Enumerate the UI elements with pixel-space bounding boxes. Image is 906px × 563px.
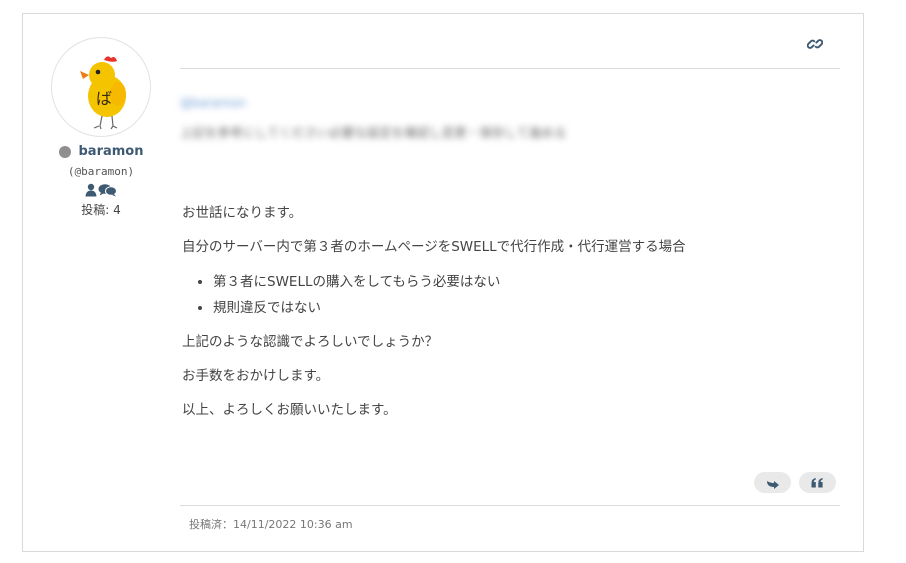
question-text: 上記のような認識でよろしいでしょうか？ xyxy=(182,334,439,350)
condition-list: 第３者にSWELLの購入をしてもらう必要はない 規則違反ではない xyxy=(182,269,822,321)
divider xyxy=(180,505,840,506)
quoted-reply: @baramon 上記を参考にしてください必要な設定を確認し変更・保存して進める xyxy=(180,96,650,141)
quote-icon xyxy=(811,477,823,487)
list-item: 規則違反ではない xyxy=(213,295,822,321)
divider xyxy=(180,68,840,69)
greeting-text: お世話になります。 xyxy=(182,205,303,221)
reply-button[interactable] xyxy=(754,472,791,493)
user-icon xyxy=(85,183,97,197)
avatar[interactable]: ば xyxy=(51,37,151,137)
author-role-icons xyxy=(51,182,151,198)
chick-avatar-icon: ば xyxy=(80,56,126,130)
author-panel: ば baramon (@baramon) 投稿: 4 xyxy=(51,37,151,218)
closing-text: 以上、よろしくお願いいたします。 xyxy=(182,402,397,418)
reply-arrow-icon xyxy=(766,480,779,489)
quote-author[interactable]: @baramon xyxy=(180,96,650,110)
post-content: お世話になります。 自分のサーバー内で第３者のホームページをSWELLで代行作成… xyxy=(182,202,822,421)
svg-text:ば: ば xyxy=(96,89,112,108)
status-indicator xyxy=(58,145,71,158)
quote-button[interactable] xyxy=(799,472,836,493)
author-name-row: baramon xyxy=(51,144,151,159)
list-item: 第３者にSWELLの購入をしてもらう必要はない xyxy=(213,269,822,295)
posted-timestamp: 投稿済：14/11/2022 10:36 am xyxy=(189,518,353,531)
intro-text: 自分のサーバー内で第３者のホームページをSWELLで代行作成・代行運営する場合 xyxy=(182,239,686,255)
author-handle: (@baramon) xyxy=(67,165,135,178)
quote-text: 上記を参考にしてください必要な設定を確認し変更・保存して進める xyxy=(180,125,567,140)
comments-icon xyxy=(98,184,117,197)
author-name[interactable]: baramon xyxy=(79,144,144,159)
forum-post-card: ば baramon (@baramon) 投稿: 4 @baramon 上記を参… xyxy=(22,13,864,552)
post-count: 投稿: 4 xyxy=(81,203,121,217)
permalink-icon[interactable] xyxy=(806,36,824,52)
thanks-text: お手数をおかけします。 xyxy=(182,368,330,384)
